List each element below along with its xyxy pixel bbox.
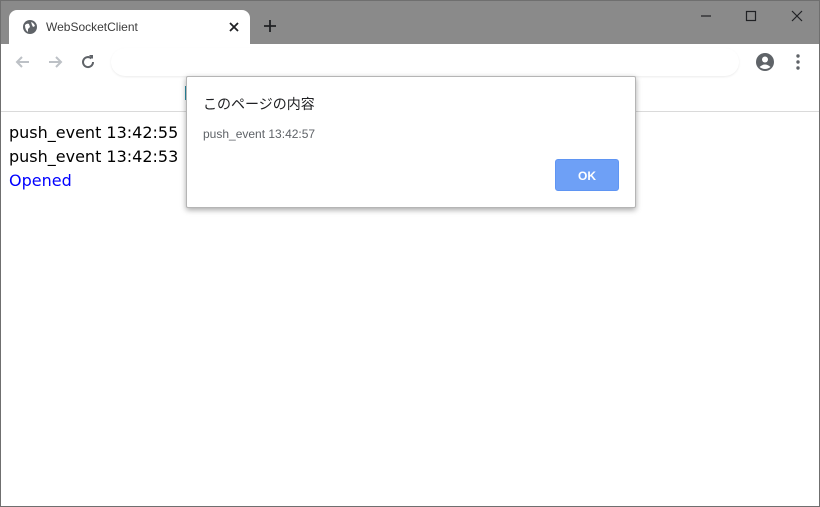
globe-icon: [23, 20, 37, 34]
page-content: push_event 13:42:55 push_event 13:42:53 …: [9, 121, 178, 193]
maximize-icon[interactable]: [742, 7, 760, 25]
back-arrow-icon[interactable]: [13, 52, 33, 72]
close-window-icon[interactable]: [788, 7, 806, 25]
dialog-message: push_event 13:42:57: [203, 127, 316, 141]
log-line-opened: Opened: [9, 171, 72, 190]
profile-icon[interactable]: [755, 52, 775, 72]
new-tab-icon[interactable]: [262, 18, 278, 34]
minimize-icon[interactable]: [697, 7, 715, 25]
close-tab-icon[interactable]: [226, 19, 242, 35]
address-bar[interactable]: [111, 48, 739, 76]
browser-window: WebSocketClient push_event 13:42:55 push…: [0, 0, 820, 507]
tab-strip: WebSocketClient: [1, 1, 819, 44]
log-line: push_event 13:42:53: [9, 147, 179, 166]
log-line: push_event 13:42:55: [9, 123, 179, 142]
alert-dialog: このページの内容 push_event 13:42:57 OK: [186, 76, 636, 208]
dialog-title: このページの内容: [203, 97, 315, 113]
ok-button[interactable]: OK: [555, 159, 619, 191]
forward-arrow-icon[interactable]: [45, 52, 65, 72]
menu-kebab-icon[interactable]: [788, 52, 808, 72]
reload-icon[interactable]: [78, 52, 98, 72]
tab-title: WebSocketClient: [46, 20, 138, 34]
tab-websocketclient[interactable]: WebSocketClient: [9, 10, 250, 44]
